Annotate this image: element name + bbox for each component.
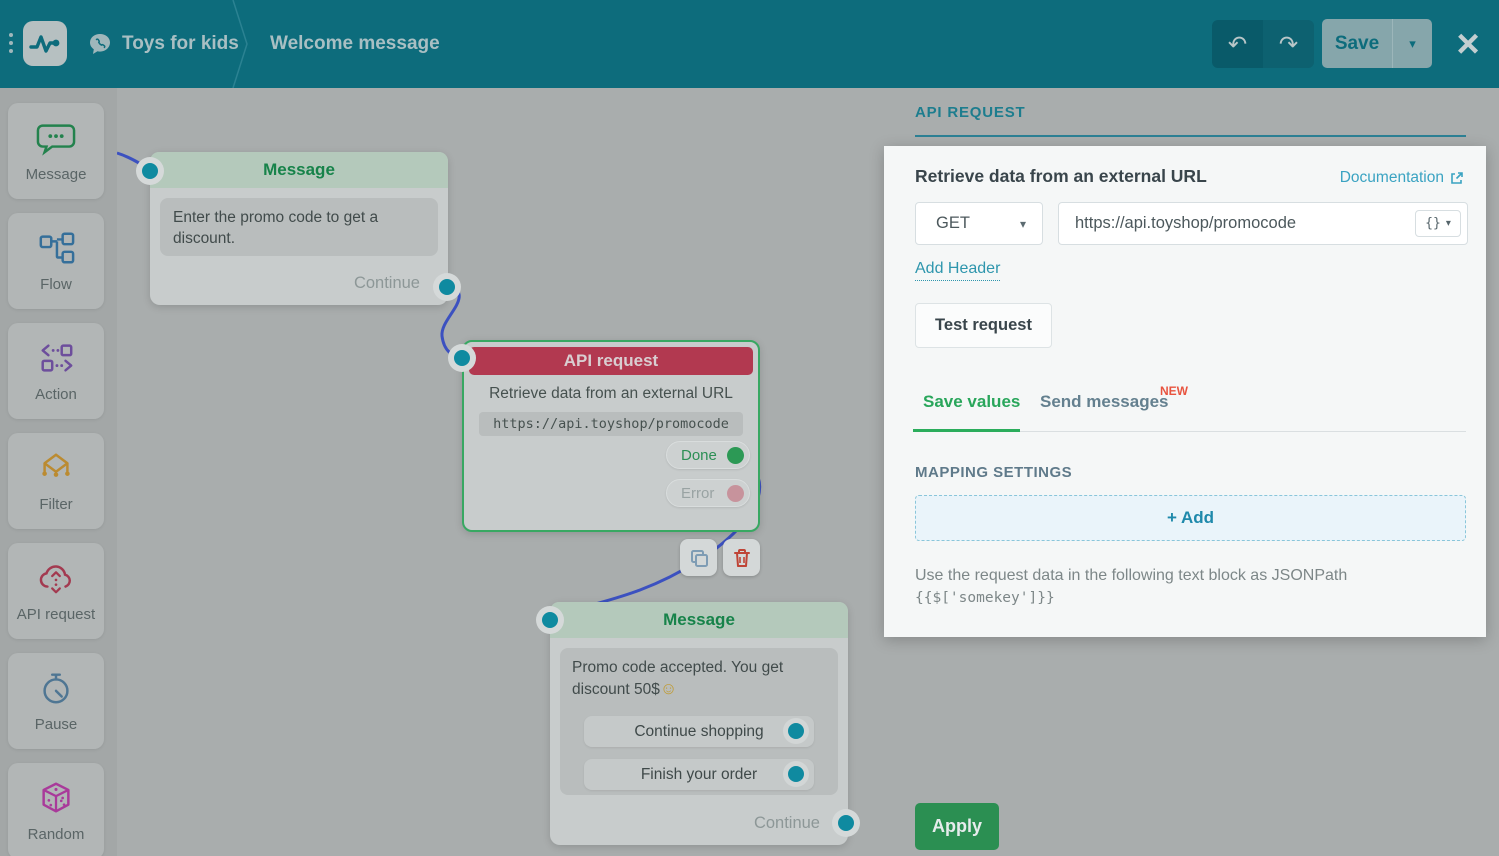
url-input[interactable] <box>1058 202 1468 245</box>
continue-output-port[interactable] <box>838 815 854 831</box>
continue-label: Continue <box>353 274 420 292</box>
sidebar-item-label: Flow <box>40 276 72 293</box>
flow-node-message-2[interactable]: Message Promo code accepted. You get dis… <box>542 602 854 845</box>
mapping-settings-heading: MAPPING SETTINGS <box>915 464 1073 481</box>
error-output-port[interactable] <box>727 484 744 502</box>
tab-save-values[interactable]: Save values <box>923 392 1020 412</box>
external-link-icon <box>1451 172 1463 184</box>
error-label: Error <box>681 484 715 502</box>
api-request-settings-panel: Retrieve data from an external URL Docum… <box>884 146 1486 637</box>
message-text-block: Enter the promo code to get a discount. <box>160 198 438 256</box>
redo-icon: ↷ <box>1278 30 1299 57</box>
kebab-menu-icon[interactable] <box>9 33 15 53</box>
sidebar-item-label: Action <box>35 386 77 403</box>
method-select[interactable]: GET ▾ <box>915 202 1043 245</box>
sidebar-item-flow[interactable]: Flow <box>8 213 104 309</box>
sidebar-item-random[interactable]: Random <box>8 763 104 856</box>
undo-icon: ↶ <box>1227 30 1248 57</box>
test-request-button[interactable]: Test request <box>915 303 1052 348</box>
sidebar-item-label: Filter <box>39 496 73 513</box>
caret-down-icon: ▾ <box>1409 35 1416 51</box>
sidebar-item-label: Pause <box>34 716 78 733</box>
pause-clock-icon <box>35 669 77 712</box>
active-tab-underline <box>913 429 1020 432</box>
flow-node-message-1[interactable]: Message Enter the promo code to get a di… <box>142 152 455 305</box>
api-node-url: https://api.toyshop/promocode <box>479 412 743 436</box>
input-port[interactable] <box>142 163 158 179</box>
jsonpath-hint: Use the request data in the following te… <box>915 567 1348 584</box>
jsonpath-example: {{$['somekey']}} <box>915 590 1055 606</box>
done-label: Done <box>681 446 717 464</box>
input-port[interactable] <box>542 612 558 628</box>
pulse-icon <box>29 34 60 53</box>
sidebar-item-label: Random <box>27 826 85 843</box>
random-dice-icon <box>35 779 77 822</box>
flow-node-api-request[interactable]: API request Retrieve data from an extern… <box>454 340 760 532</box>
smiley-emoji-icon: ☺ <box>659 679 678 698</box>
sidebar-item-pause[interactable]: Pause <box>8 653 104 749</box>
message-text-block: Promo code accepted. You get discount 50… <box>560 648 838 795</box>
add-mapping-button[interactable]: + Add <box>915 495 1466 541</box>
done-branch[interactable]: Done <box>666 441 750 469</box>
chevron-down-icon: ▾ <box>1019 216 1026 231</box>
panel-title: Retrieve data from an external URL <box>915 166 1207 186</box>
sidebar-item-api-request[interactable]: API request <box>8 543 104 639</box>
message-bubble-icon <box>35 119 77 162</box>
bot-breadcrumb[interactable]: Toys for kids <box>88 0 239 88</box>
apply-button[interactable]: Apply <box>915 803 999 850</box>
api-cloud-icon <box>35 559 77 602</box>
copy-icon <box>690 549 708 567</box>
continue-output-port[interactable] <box>439 279 455 295</box>
sidebar-item-filter[interactable]: Filter <box>8 433 104 529</box>
copy-node-button[interactable] <box>680 539 717 576</box>
add-header-link[interactable]: Add Header <box>915 260 1001 281</box>
tab-send-messages[interactable]: Send messages <box>1040 392 1169 412</box>
save-button[interactable]: Save <box>1322 19 1392 68</box>
sidebar-item-action[interactable]: Action <box>8 323 104 419</box>
breadcrumb-chevron <box>232 0 248 88</box>
button-output-port[interactable] <box>788 723 804 739</box>
sidebar-item-label: API request <box>16 606 96 623</box>
bot-name: Toys for kids <box>122 33 239 54</box>
documentation-link[interactable]: Documentation <box>1340 169 1464 187</box>
action-icon <box>35 339 77 382</box>
panel-heading: API REQUEST <box>915 104 1026 121</box>
api-node-subtitle: Retrieve data from an external URL <box>489 385 733 402</box>
done-output-port[interactable] <box>727 446 744 464</box>
sidebar-item-message[interactable]: Message <box>8 103 104 199</box>
node-header: Message <box>150 152 448 188</box>
top-bar: Toys for kids Welcome message ↶ ↷ Save ▾… <box>0 0 1499 88</box>
viber-channel-icon <box>90 34 110 54</box>
app-logo[interactable] <box>23 21 67 66</box>
quick-reply-button-2[interactable]: Finish your order <box>584 759 814 790</box>
save-dropdown-button[interactable]: ▾ <box>1392 19 1432 68</box>
node-header: Message <box>550 602 848 638</box>
filter-icon <box>35 449 77 492</box>
continue-label: Continue <box>753 814 820 832</box>
delete-node-button[interactable] <box>723 539 760 576</box>
new-badge: NEW <box>1160 384 1188 398</box>
quick-reply-button-1[interactable]: Continue shopping <box>584 716 814 747</box>
flow-icon <box>35 229 77 272</box>
button-output-port[interactable] <box>788 766 804 782</box>
sidebar-item-label: Message <box>25 166 87 183</box>
variables-dropdown-button[interactable]: {} ▾ <box>1415 210 1461 237</box>
flow-name: Welcome message <box>270 33 440 54</box>
trash-icon <box>733 548 750 567</box>
error-branch[interactable]: Error <box>666 479 750 507</box>
braces-icon: {} <box>1425 216 1441 231</box>
node-header: API request <box>469 347 753 375</box>
message-text: Promo code accepted. You get discount 50… <box>572 659 784 698</box>
caret-down-icon: ▾ <box>1445 218 1451 229</box>
redo-button[interactable]: ↷ <box>1263 20 1314 68</box>
node-palette: Message Flow Action Filter API request P… <box>0 88 117 856</box>
input-port[interactable] <box>454 350 470 366</box>
undo-button[interactable]: ↶ <box>1212 20 1263 68</box>
close-button[interactable]: × <box>1448 20 1488 68</box>
panel-heading-rule <box>915 135 1466 137</box>
